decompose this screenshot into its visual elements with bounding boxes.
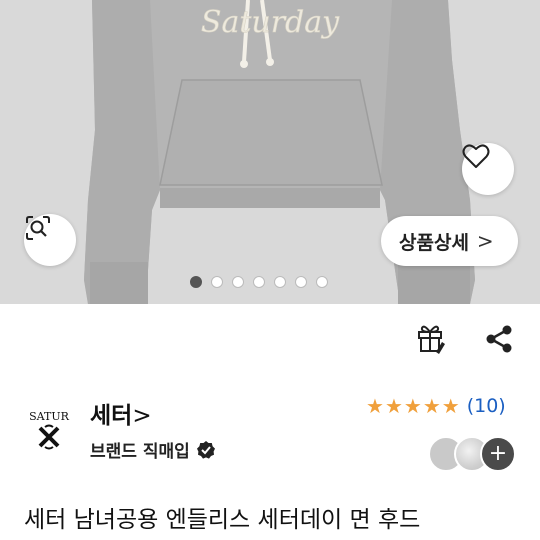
product-image-carousel[interactable]: Saturday 상품상세 >	[0, 0, 540, 304]
carousel-indicator	[190, 276, 328, 288]
carousel-dot[interactable]	[316, 276, 328, 288]
carousel-dot[interactable]	[274, 276, 286, 288]
seller-logo[interactable]: SATUR	[24, 400, 74, 460]
carousel-dot[interactable]	[253, 276, 265, 288]
seller-logo-text: SATUR	[29, 410, 69, 423]
seller-type-label: 브랜드 직매입	[90, 442, 190, 462]
verified-check-icon	[196, 440, 215, 459]
share-icon	[486, 325, 512, 353]
heart-icon	[462, 144, 490, 168]
seller-name-link[interactable]: 세터>	[90, 396, 152, 430]
seller-type: 브랜드 직매입	[90, 437, 216, 462]
seller-name: 세터	[90, 403, 133, 429]
more-reviews-icon[interactable]: +	[480, 436, 516, 472]
product-title: 세터 남녀공용 엔들리스 세터데이 면 후드	[24, 507, 421, 533]
star-icon: ★	[384, 394, 403, 418]
carousel-dot[interactable]	[190, 276, 202, 288]
star-icon: ★	[441, 394, 460, 418]
image-search-button[interactable]	[24, 214, 76, 266]
carousel-dot[interactable]	[232, 276, 244, 288]
gift-icon	[418, 325, 445, 354]
wishlist-button[interactable]	[462, 143, 514, 195]
star-icon: ★	[403, 394, 422, 418]
star-icon: ★	[366, 394, 384, 418]
carousel-dot[interactable]	[211, 276, 223, 288]
product-detail-button[interactable]: 상품상세 >	[381, 216, 518, 266]
image-search-icon	[26, 216, 50, 240]
chevron-right-icon: >	[476, 229, 494, 253]
product-detail-label: 상품상세	[399, 231, 469, 254]
chevron-right-icon: >	[132, 403, 152, 429]
review-thumbnails[interactable]: +	[428, 436, 518, 472]
seller-rating[interactable]: ★ ★ ★ ★ ★ (10)	[366, 395, 506, 417]
star-icon: ★	[422, 394, 441, 418]
rating-count: (10)	[466, 395, 506, 417]
share-button[interactable]	[484, 324, 514, 358]
gift-button[interactable]	[416, 322, 446, 358]
carousel-dot[interactable]	[295, 276, 307, 288]
hoodie-print-text: Saturday	[201, 5, 340, 40]
